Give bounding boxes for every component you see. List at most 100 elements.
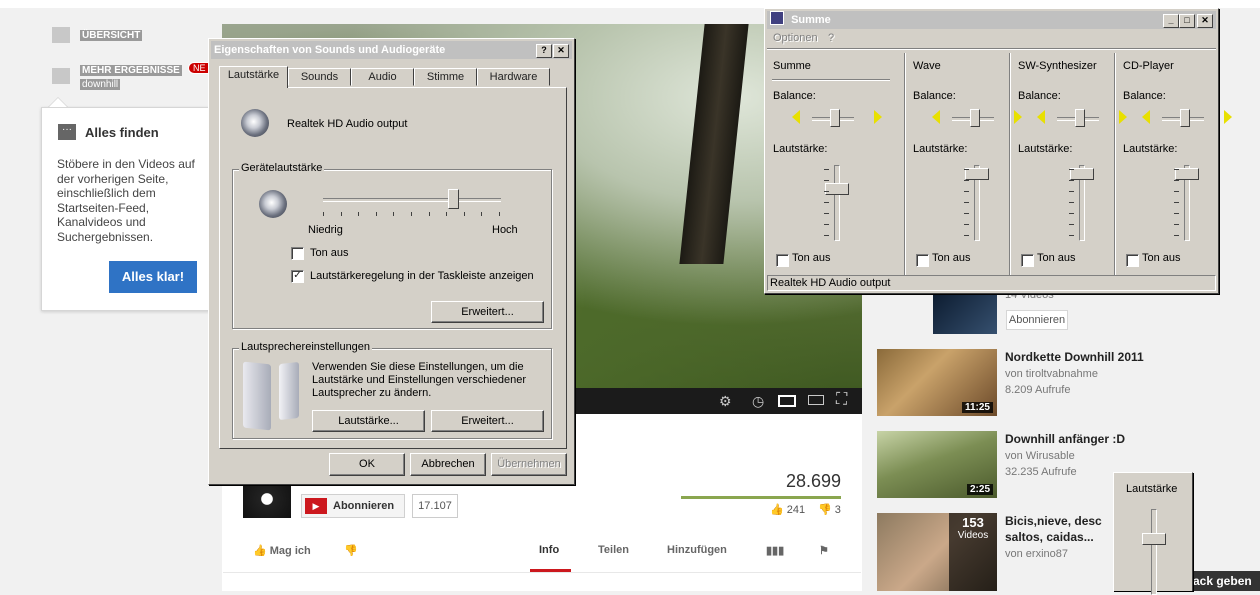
volume-tick [1174,224,1179,225]
youtube-icon: ▶ [305,498,327,514]
subscribe-button[interactable]: Abonnieren [1006,310,1068,330]
tray-volume-thumb[interactable] [1142,532,1166,545]
small-player-icon[interactable] [778,395,796,407]
volume-tick [1174,180,1179,181]
got-it-button[interactable]: Alles klar! [109,261,197,293]
tab-share[interactable]: Teilen [598,544,629,556]
more-icon [52,68,70,84]
speaker-right-icon [279,361,299,421]
related-title[interactable]: Bicis,nieve, desc [1005,514,1102,528]
speaker-volume-button[interactable]: Lautstärke... [312,410,425,432]
balance-slider-thumb[interactable] [970,109,980,127]
subscriber-count: 17.107 [412,494,458,518]
volume-tick [428,212,430,216]
clock-icon[interactable]: ◷ [752,393,764,410]
high-label: Hoch [492,224,518,236]
tray-volume-popup: Lautstärke [1113,472,1193,595]
tab-hardware[interactable]: Hardware [477,68,550,86]
like-button[interactable]: 👍 Mag ich [253,544,311,557]
cancel-button[interactable]: Abbrechen [410,453,486,476]
balance-slider-thumb[interactable] [830,109,840,127]
related-views: 32.235 Aufrufe [1005,466,1077,478]
minimize-button[interactable]: _ [1163,14,1179,28]
related-author[interactable]: von erxino87 [1005,548,1068,560]
left-speaker-icon [1037,110,1045,124]
title-bar[interactable]: Summe _ □ ✕ [767,11,1216,29]
related-title[interactable]: Nordkette Downhill 2011 [1005,350,1144,364]
related-title-line2[interactable]: saltos, caidas... [1005,530,1094,544]
volume-slider-track[interactable] [834,165,840,241]
mixer-channel: SW-Synthesizer Balance: Lautstärke: Ton … [1015,53,1127,275]
guide-item-overview[interactable]: ÜBERSICHT [52,27,143,43]
close-button[interactable]: ✕ [1197,14,1213,28]
volume-slider-thumb[interactable] [447,189,459,209]
mute-checkbox[interactable] [1021,254,1034,267]
group-title: Lautsprechereinstellungen [239,341,373,353]
left-speaker-icon [932,110,940,124]
tooltip-title: Alles finden [85,125,159,140]
volume-tick [1069,224,1074,225]
mute-checkbox[interactable] [291,247,304,260]
right-speaker-icon [1224,110,1232,124]
large-player-icon[interactable] [808,395,824,405]
tab-voice[interactable]: Stimme [414,68,477,86]
flag-icon[interactable]: ⚑ [819,544,829,557]
guide: ÜBERSICHT MEHR ERGEBNISSE downhill [40,20,220,100]
title-bar[interactable]: Eigenschaften von Sounds und Audiogeräte… [211,41,572,59]
volume-tick [1174,202,1179,203]
balance-slider-thumb[interactable] [1180,109,1190,127]
volume-slider-ticks [323,212,501,216]
mute-checkbox[interactable] [916,254,929,267]
dislike-icon[interactable]: 👎 [344,544,358,557]
top-bar [0,0,1260,8]
tab-sounds[interactable]: Sounds [288,68,351,86]
related-author[interactable]: von Wirusable [1005,450,1075,462]
taskbar-checkbox[interactable]: ✓ [291,270,304,283]
settings-icon[interactable]: ⚙ [719,393,732,410]
speaker-icon [259,190,287,218]
stats-icon[interactable]: ▮▮▮ [766,544,784,557]
fullscreen-icon[interactable]: ⛶ [836,391,847,409]
balance-slider-thumb[interactable] [1075,109,1085,127]
guide-label: MEHR ERGEBNISSE [80,65,182,76]
like-count: 👍 241 [770,504,806,516]
volume-tick [964,191,969,192]
tab-add[interactable]: Hinzufügen [667,544,727,556]
ok-button[interactable]: OK [329,453,405,476]
tab-volume[interactable]: Lautstärke [219,66,288,88]
volume-slider-thumb[interactable] [825,182,849,195]
volume-tick [375,212,377,216]
maximize-button[interactable]: □ [1179,14,1195,28]
close-button[interactable]: ✕ [553,44,569,58]
speaker-advanced-button[interactable]: Erweitert... [431,410,544,432]
guide-item-more-results[interactable]: MEHR ERGEBNISSE downhill [52,62,182,90]
menu-help[interactable]: ? [828,32,834,44]
feedback-button[interactable]: ack geben [1188,571,1260,591]
volume-tick [1174,169,1179,170]
mute-checkbox[interactable] [776,254,789,267]
help-button[interactable]: ? [536,44,552,58]
volume-tick [358,212,360,216]
tab-audio[interactable]: Audio [351,68,414,86]
tray-volume-track[interactable] [1151,509,1157,595]
volume-tick [824,169,829,170]
channel-name: CD-Player [1123,60,1174,72]
apply-button[interactable]: Übernehmen [491,453,567,476]
related-thumbnail[interactable]: 11:25 [877,349,997,416]
related-playlist-thumbnail[interactable]: 153 Videos [877,513,997,591]
mute-checkbox[interactable] [1126,254,1139,267]
channel-avatar[interactable] [243,480,291,518]
tab-info[interactable]: Info [539,544,559,556]
volume-label: Lautstärke: [1018,143,1073,155]
related-title[interactable]: Downhill anfänger :D [1005,432,1125,446]
subscribe-button[interactable]: ▶ Abonnieren [301,494,405,518]
sound-properties-dialog: Eigenschaften von Sounds und Audiogeräte… [208,38,575,485]
mixer-channel: Summe Balance: Lautstärke: Ton aus [770,53,890,275]
related-author[interactable]: von tiroltvabnahme [1005,368,1098,380]
related-thumbnail[interactable] [933,290,997,334]
advanced-button[interactable]: Erweitert... [431,301,544,323]
menu-options[interactable]: Optionen [773,32,818,44]
volume-slider-track[interactable] [323,198,501,202]
related-thumbnail[interactable]: 2:25 [877,431,997,498]
volume-tick [1069,202,1074,203]
